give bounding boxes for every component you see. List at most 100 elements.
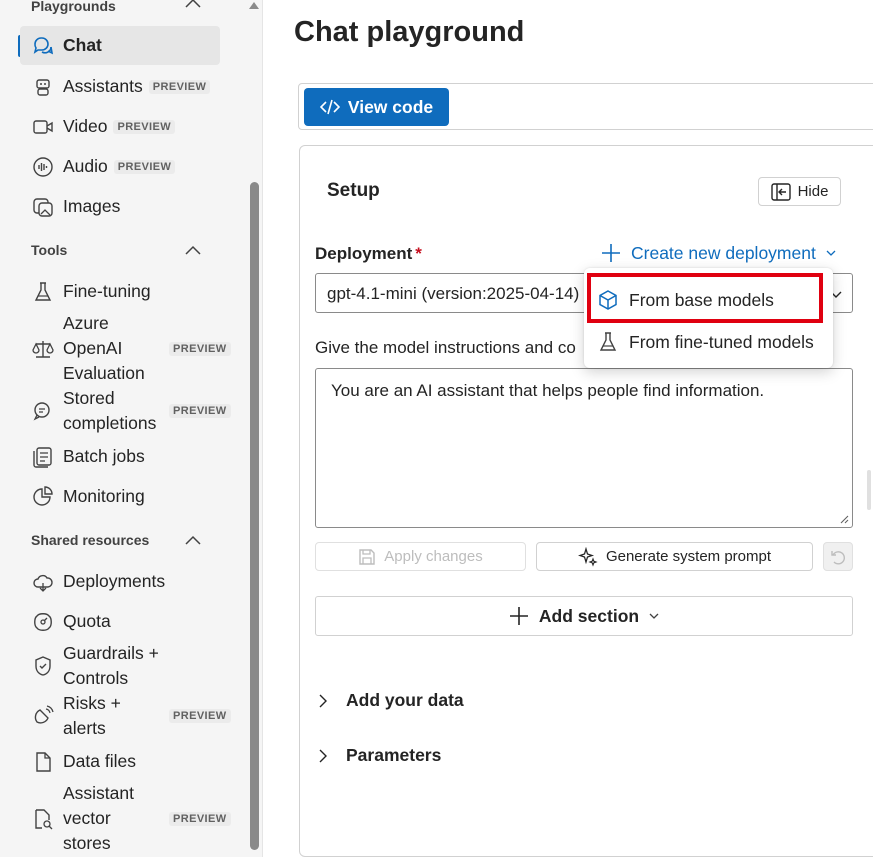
sidebar-item-azure-openai-evaluation[interactable]: Azure OpenAI Evaluation PREVIEW	[20, 311, 231, 386]
hide-button[interactable]: Hide	[758, 177, 841, 206]
preview-badge: PREVIEW	[113, 159, 176, 174]
sidebar-item-monitoring[interactable]: Monitoring	[20, 484, 220, 509]
parameters-label: Parameters	[346, 745, 442, 765]
sidebar-item-label: Batch jobs	[63, 446, 145, 466]
sidebar-item-fine-tuning[interactable]: Fine-tuning	[20, 279, 220, 304]
code-icon	[319, 99, 340, 115]
chevron-right-icon	[319, 694, 327, 707]
cloud-icon	[31, 570, 55, 594]
generate-system-prompt-button[interactable]: Generate system prompt	[536, 542, 813, 571]
chevron-up-icon[interactable]	[183, 0, 203, 10]
undo-button[interactable]	[823, 542, 853, 571]
apply-changes-button[interactable]: Apply changes	[315, 542, 526, 571]
sidebar-item-stored-completions[interactable]: Stored completions PREVIEW	[20, 386, 231, 436]
chevron-up-icon[interactable]	[183, 243, 203, 257]
deployment-value: gpt-4.1-mini (version:2025-04-14)	[327, 284, 580, 303]
chat-bubble-icon	[31, 399, 55, 423]
sidebar-item-assistant-vector-stores[interactable]: Assistant vector stores PREVIEW	[20, 781, 231, 856]
sidebar: Playgrounds Chat Assistants PREVIEW Vide…	[0, 0, 245, 857]
create-deployment-button[interactable]: Create new deployment	[600, 242, 837, 264]
menu-item-label: From base models	[629, 289, 774, 310]
sidebar-item-audio[interactable]: Audio PREVIEW	[20, 154, 220, 179]
panel-collapse-icon	[770, 182, 791, 201]
undo-icon	[831, 550, 845, 564]
plus-icon	[602, 244, 620, 262]
preview-badge: PREVIEW	[169, 811, 231, 826]
sidebar-item-label: Deployments	[63, 571, 166, 591]
panel-scrollbar[interactable]	[867, 470, 871, 510]
menu-item-from-base-models[interactable]: From base models	[584, 282, 833, 318]
shield-icon	[31, 654, 55, 678]
sidebar-item-label: Data files	[63, 751, 136, 771]
scroll-up-arrow-icon[interactable]	[249, 2, 259, 9]
chevron-down-icon	[826, 250, 836, 256]
sidebar-item-quota[interactable]: Quota	[20, 609, 220, 634]
parameters-section[interactable]: Parameters	[318, 745, 441, 766]
system-message-textarea[interactable]: You are an AI assistant that helps peopl…	[315, 368, 853, 528]
sidebar-scrollbar[interactable]	[245, 0, 263, 857]
preview-badge: PREVIEW	[169, 404, 231, 418]
save-icon	[359, 548, 375, 565]
sidebar-item-label: Azure OpenAI Evaluation	[63, 313, 145, 383]
section-header-playgrounds[interactable]: Playgrounds	[31, 0, 116, 14]
sidebar-item-guardrails-controls[interactable]: Guardrails + Controls	[20, 641, 220, 691]
scrollbar-thumb[interactable]	[250, 182, 259, 850]
sidebar-item-images[interactable]: Images	[20, 194, 220, 219]
menu-item-from-fine-tuned-models[interactable]: From fine-tuned models	[584, 324, 833, 360]
instructions-label: Give the model instructions and co	[315, 338, 576, 357]
cube-icon	[599, 290, 617, 310]
resize-grip-icon[interactable]	[839, 514, 849, 524]
sidebar-item-video[interactable]: Video PREVIEW	[20, 114, 220, 139]
scales-icon	[31, 337, 55, 361]
add-section-button[interactable]: Add section	[315, 596, 853, 636]
add-your-data-label: Add your data	[346, 690, 464, 710]
sidebar-item-label: Assistants	[63, 76, 143, 96]
sidebar-item-risks-alerts[interactable]: Risks + alerts PREVIEW	[20, 691, 231, 741]
alert-icon	[31, 704, 55, 728]
sidebar-item-label: Risks + alerts	[63, 693, 121, 738]
generate-system-prompt-label: Generate system prompt	[605, 548, 772, 565]
section-header-tools[interactable]: Tools	[31, 242, 67, 258]
sidebar-item-deployments[interactable]: Deployments	[20, 569, 220, 594]
menu-item-label: From fine-tuned models	[629, 331, 814, 352]
monitoring-icon	[31, 485, 55, 509]
sidebar-item-data-files[interactable]: Data files	[20, 749, 220, 774]
view-code-button[interactable]: View code	[304, 88, 449, 126]
sidebar-item-label: Fine-tuning	[63, 281, 151, 301]
chevron-up-icon[interactable]	[183, 533, 203, 547]
audio-icon	[31, 155, 55, 179]
page-title: Chat playground	[294, 16, 525, 48]
sidebar-item-label: Video	[63, 116, 108, 136]
quota-icon	[31, 610, 55, 634]
sidebar-item-assistants[interactable]: Assistants PREVIEW	[20, 74, 220, 99]
preview-badge: PREVIEW	[113, 119, 175, 134]
video-icon	[31, 115, 55, 139]
hide-label: Hide	[797, 183, 829, 200]
sidebar-item-label: Assistant vector stores	[63, 783, 134, 853]
sidebar-item-label: Monitoring	[63, 486, 145, 506]
add-section-label: Add section	[538, 605, 640, 626]
robot-icon	[31, 75, 55, 99]
sidebar-item-batch-jobs[interactable]: Batch jobs	[20, 444, 220, 469]
sidebar-item-label: Stored completions	[63, 388, 157, 433]
preview-badge: PREVIEW	[169, 341, 231, 356]
sidebar-item-label: Quota	[63, 611, 111, 631]
view-code-label: View code	[347, 96, 434, 117]
sidebar-item-label: Images	[63, 196, 121, 216]
system-message-text: You are an AI assistant that helps peopl…	[331, 381, 765, 400]
chevron-down-icon	[649, 613, 659, 619]
required-marker: *	[415, 244, 422, 263]
add-your-data-section[interactable]: Add your data	[318, 690, 464, 711]
chat-icon	[31, 34, 55, 58]
sidebar-item-chat[interactable]: Chat	[20, 26, 220, 65]
batch-icon	[31, 445, 55, 469]
preview-badge: PREVIEW	[169, 709, 231, 723]
sidebar-item-label: Guardrails + Controls	[63, 643, 159, 688]
images-icon	[31, 195, 55, 219]
create-deployment-label: Create new deployment	[631, 242, 816, 263]
plus-icon	[509, 607, 528, 625]
setup-title: Setup	[327, 180, 380, 201]
file-icon	[31, 750, 55, 774]
deployment-label: Deployment *	[315, 244, 422, 263]
section-header-shared-resources[interactable]: Shared resources	[31, 532, 149, 548]
